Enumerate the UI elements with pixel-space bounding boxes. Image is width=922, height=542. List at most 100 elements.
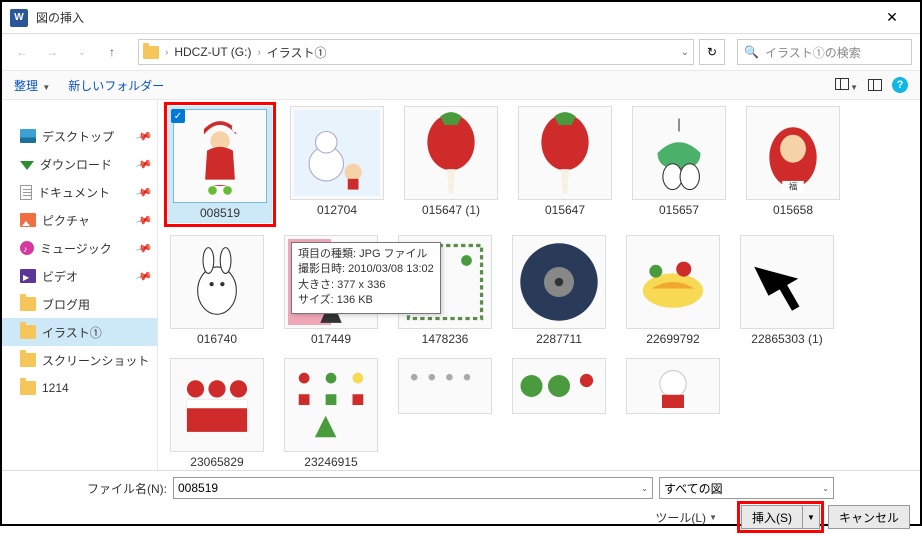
tools-menu[interactable]: ツール(L) ▼ xyxy=(655,509,717,526)
filetype-filter[interactable]: すべての図 ⌄ xyxy=(659,477,834,499)
file-name: 015658 xyxy=(773,203,813,217)
file-thumb[interactable]: ✓ 008519 xyxy=(168,106,272,223)
insert-label: 挿入(S) xyxy=(742,506,803,528)
sidebar-item-blog[interactable]: ブログ用 xyxy=(2,290,157,318)
file-thumb[interactable]: 015647 (1) xyxy=(402,106,500,223)
tooltip-type: 項目の種類: JPG ファイル xyxy=(298,247,434,262)
folder-icon xyxy=(20,325,36,339)
breadcrumb-sep: › xyxy=(257,47,260,58)
titlebar: W 図の挿入 ✕ xyxy=(2,2,920,34)
pin-icon: 📌 xyxy=(135,239,153,257)
file-name: 017449 xyxy=(311,332,351,346)
sidebar-item-pictures[interactable]: ピクチャ📌 xyxy=(2,206,157,234)
file-thumb[interactable]: 012704 xyxy=(288,106,386,223)
chevron-down-icon: ⌄ xyxy=(822,484,829,493)
folder-icon xyxy=(143,46,159,59)
file-name: 008519 xyxy=(200,206,240,220)
up-button[interactable]: ↑ xyxy=(100,40,124,64)
pin-icon: 📌 xyxy=(135,183,153,201)
view-icon xyxy=(835,78,849,90)
breadcrumb-folder[interactable]: イラスト① xyxy=(267,44,327,61)
sidebar-item-1214[interactable]: 1214 xyxy=(2,374,157,402)
filename-field[interactable]: 008519 ⌄ xyxy=(173,477,653,499)
file-name: 23246915 xyxy=(304,455,357,469)
search-box[interactable]: 🔍 イラスト①の検索 xyxy=(737,39,912,65)
file-name: 1478236 xyxy=(422,332,469,346)
svg-text:福: 福 xyxy=(789,182,798,192)
sidebar-item-videos[interactable]: ビデオ📌 xyxy=(2,262,157,290)
sidebar-item-documents[interactable]: ドキュメント📌 xyxy=(2,178,157,206)
pin-icon: 📌 xyxy=(135,127,153,145)
file-thumb[interactable]: 22699792 xyxy=(624,235,722,346)
chevron-down-icon: ▼ xyxy=(42,83,50,92)
sidebar-item-desktop[interactable]: デスクトップ📌 xyxy=(2,122,157,150)
pictures-icon xyxy=(20,213,36,227)
search-icon: 🔍 xyxy=(744,45,759,59)
sidebar-item-downloads[interactable]: ダウンロード📌 xyxy=(2,150,157,178)
help-button[interactable]: ? xyxy=(892,77,908,93)
pin-icon: 📌 xyxy=(135,155,153,173)
file-thumb[interactable] xyxy=(624,358,722,418)
refresh-button[interactable]: ↻ xyxy=(699,39,725,65)
folder-icon xyxy=(20,297,36,311)
file-thumb[interactable]: 23065829 xyxy=(168,358,266,469)
organize-menu[interactable]: 整理 ▼ xyxy=(14,77,50,94)
music-icon xyxy=(20,241,34,255)
file-tooltip: 項目の種類: JPG ファイル 撮影日時: 2010/03/08 13:02 大… xyxy=(291,242,441,314)
file-name: 22699792 xyxy=(646,332,699,346)
file-thumb[interactable]: 015647 xyxy=(516,106,614,223)
folder-icon xyxy=(20,353,36,367)
file-name: 015647 xyxy=(545,203,585,217)
tooltip-size: サイズ: 136 KB xyxy=(298,293,434,308)
filter-value: すべての図 xyxy=(664,480,723,497)
nav-row: ← → ⌄ ↑ › HDCZ-UT (G:) › イラスト① ⌄ ↻ 🔍 イラス… xyxy=(2,34,920,70)
file-name: 23065829 xyxy=(190,455,243,469)
search-placeholder: イラスト①の検索 xyxy=(765,44,861,61)
file-thumb[interactable]: 23246915 xyxy=(282,358,380,469)
sidebar-item-screenshot[interactable]: スクリーンショット xyxy=(2,346,157,374)
preview-pane-button[interactable] xyxy=(868,79,882,91)
file-thumb[interactable]: 福 015658 xyxy=(744,106,842,223)
filename-label: ファイル名(N): xyxy=(82,480,167,497)
sidebar-item-illust[interactable]: イラスト① xyxy=(2,318,157,346)
breadcrumb-drive[interactable]: HDCZ-UT (G:) xyxy=(174,45,251,59)
insert-button[interactable]: 挿入(S) ▼ xyxy=(741,505,820,529)
new-folder-button[interactable]: 新しいフォルダー xyxy=(68,77,164,94)
chevron-down-icon: ▼ xyxy=(709,513,717,522)
file-name: 015657 xyxy=(659,203,699,217)
desktop-icon xyxy=(20,129,36,143)
document-icon xyxy=(20,185,32,200)
file-thumb[interactable] xyxy=(510,358,608,418)
file-name: 22865303 (1) xyxy=(751,332,822,346)
video-icon xyxy=(20,269,36,283)
file-thumb[interactable] xyxy=(396,358,494,418)
recent-button[interactable]: ⌄ xyxy=(70,40,94,64)
file-thumb[interactable]: 22865303 (1) xyxy=(738,235,836,346)
close-button[interactable]: ✕ xyxy=(872,9,912,26)
sidebar-item-music[interactable]: ミュージック📌 xyxy=(2,234,157,262)
address-dropdown[interactable]: ⌄ xyxy=(681,47,689,58)
file-name: 012704 xyxy=(317,203,357,217)
back-button[interactable]: ← xyxy=(10,40,34,64)
app-icon: W xyxy=(10,9,28,27)
view-button[interactable]: ▼ xyxy=(835,78,858,93)
toolbar: 整理 ▼ 新しいフォルダー ▼ ? xyxy=(2,70,920,100)
chevron-down-icon: ▼ xyxy=(850,83,858,92)
pin-icon: 📌 xyxy=(135,267,153,285)
pin-icon: 📌 xyxy=(135,211,153,229)
cancel-button[interactable]: キャンセル xyxy=(828,505,910,529)
file-grid: ✓ 008519 012704 015647 (1) 015647 015657… xyxy=(158,100,920,470)
file-thumb[interactable]: 2287711 xyxy=(510,235,608,346)
file-thumb[interactable]: 015657 xyxy=(630,106,728,223)
sidebar: デスクトップ📌 ダウンロード📌 ドキュメント📌 ピクチャ📌 ミュージック📌 ビデ… xyxy=(2,100,158,470)
tooltip-dimensions: 大きさ: 377 x 336 xyxy=(298,278,434,293)
body: デスクトップ📌 ダウンロード📌 ドキュメント📌 ピクチャ📌 ミュージック📌 ビデ… xyxy=(2,100,920,470)
insert-dropdown[interactable]: ▼ xyxy=(803,513,819,522)
forward-button[interactable]: → xyxy=(40,40,64,64)
address-bar[interactable]: › HDCZ-UT (G:) › イラスト① ⌄ xyxy=(138,39,694,65)
file-name: 016740 xyxy=(197,332,237,346)
check-icon: ✓ xyxy=(171,109,185,123)
file-thumb[interactable]: 016740 xyxy=(168,235,266,346)
download-icon xyxy=(20,161,34,170)
file-name: 2287711 xyxy=(536,332,582,346)
